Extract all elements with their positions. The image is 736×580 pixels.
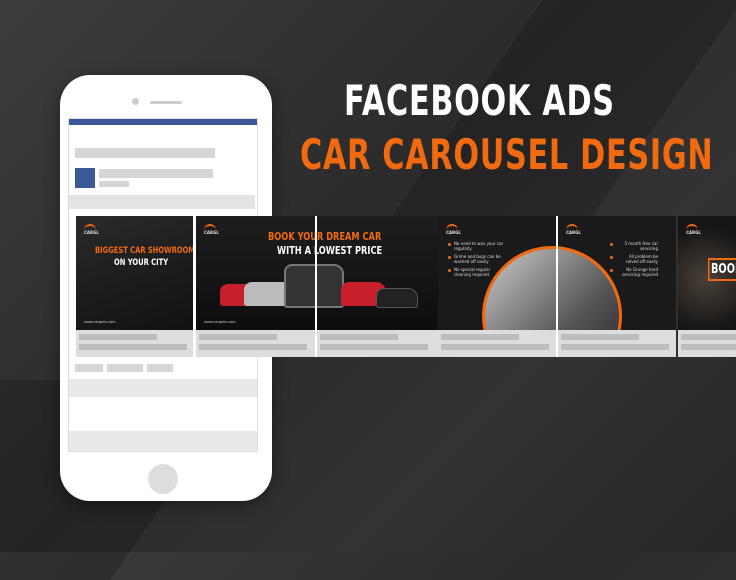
caption-line xyxy=(441,344,549,350)
caption-line xyxy=(681,344,736,350)
card-image: CARGL BOOK YOUR DREAM CAR WITH A LOWEST … xyxy=(196,216,438,330)
camera-icon xyxy=(132,98,139,105)
carousel-card-1[interactable]: CARGL BIGGEST CAR SHOWROOM ON YOUR CITY … xyxy=(76,216,193,357)
car-image xyxy=(284,264,344,308)
caption-line xyxy=(441,334,519,340)
placeholder-line xyxy=(69,195,255,209)
carousel-card-5[interactable]: CARGL BOOK xyxy=(678,216,736,357)
action-button[interactable] xyxy=(107,364,143,372)
car-image xyxy=(376,288,418,308)
brand-logo: CARGL xyxy=(204,224,219,235)
placeholder-line xyxy=(99,169,213,178)
carousel-card-3[interactable]: CARGL CARGL No need to wax your car regu… xyxy=(438,216,676,357)
action-button[interactable] xyxy=(75,364,103,372)
feature-bullet: Grime and bugs can be washed off easily xyxy=(448,254,504,264)
caption-line xyxy=(199,344,307,350)
feed-block xyxy=(69,431,257,451)
card-headline: WITH A LOWEST PRICE xyxy=(277,244,383,257)
action-button[interactable] xyxy=(147,364,173,372)
feature-bullet: No need to wax your car regularly xyxy=(448,241,504,251)
brand-logo: CARGL xyxy=(446,224,461,235)
brand-logo: CARGL xyxy=(84,224,99,235)
speaker-icon xyxy=(150,101,182,104)
card-headline: ON YOUR CITY xyxy=(114,258,169,268)
caption-line xyxy=(320,344,428,350)
avatar xyxy=(75,168,95,188)
home-button[interactable] xyxy=(148,464,178,494)
caption-line xyxy=(320,334,398,340)
feed-block xyxy=(69,379,257,397)
caption-line xyxy=(79,334,157,340)
brand-logo: CARGL xyxy=(686,224,701,235)
card-headline: BOOK YOUR DREAM CAR xyxy=(268,230,382,243)
feature-bullet: All problem be solved off easily xyxy=(610,254,658,264)
card-divider xyxy=(556,216,558,357)
brand-logo: CARGL xyxy=(566,224,581,235)
headline-subtitle: CAR CAROUSEL DESIGN xyxy=(300,130,714,179)
feature-bullet: 5 month free car servicing xyxy=(610,241,658,251)
caption-line xyxy=(199,334,277,340)
placeholder-line xyxy=(75,148,215,158)
card-image: CARGL BIGGEST CAR SHOWROOM ON YOUR CITY … xyxy=(76,216,193,330)
caption-line xyxy=(561,344,669,350)
caption-line xyxy=(79,344,187,350)
website-text: www.cargolis.com xyxy=(204,320,236,324)
card-image: CARGL BOOK xyxy=(678,216,736,330)
card-headline: BIGGEST CAR SHOWROOM xyxy=(95,246,193,256)
headline-title: FACEBOOK ADS xyxy=(344,76,615,125)
feature-bullet: No special regular cleaning required xyxy=(448,267,504,277)
carousel-card-2[interactable]: CARGL BOOK YOUR DREAM CAR WITH A LOWEST … xyxy=(196,216,438,357)
caption-line xyxy=(561,334,639,340)
facebook-top-bar xyxy=(69,119,257,125)
feature-bullet: No Grunge hard servicing required xyxy=(610,267,658,277)
website-text: www.cargolis.com xyxy=(84,320,116,324)
placeholder-line xyxy=(99,181,129,187)
card-headline: BOOK xyxy=(708,258,736,281)
caption-line xyxy=(681,334,736,340)
card-divider xyxy=(315,216,317,357)
